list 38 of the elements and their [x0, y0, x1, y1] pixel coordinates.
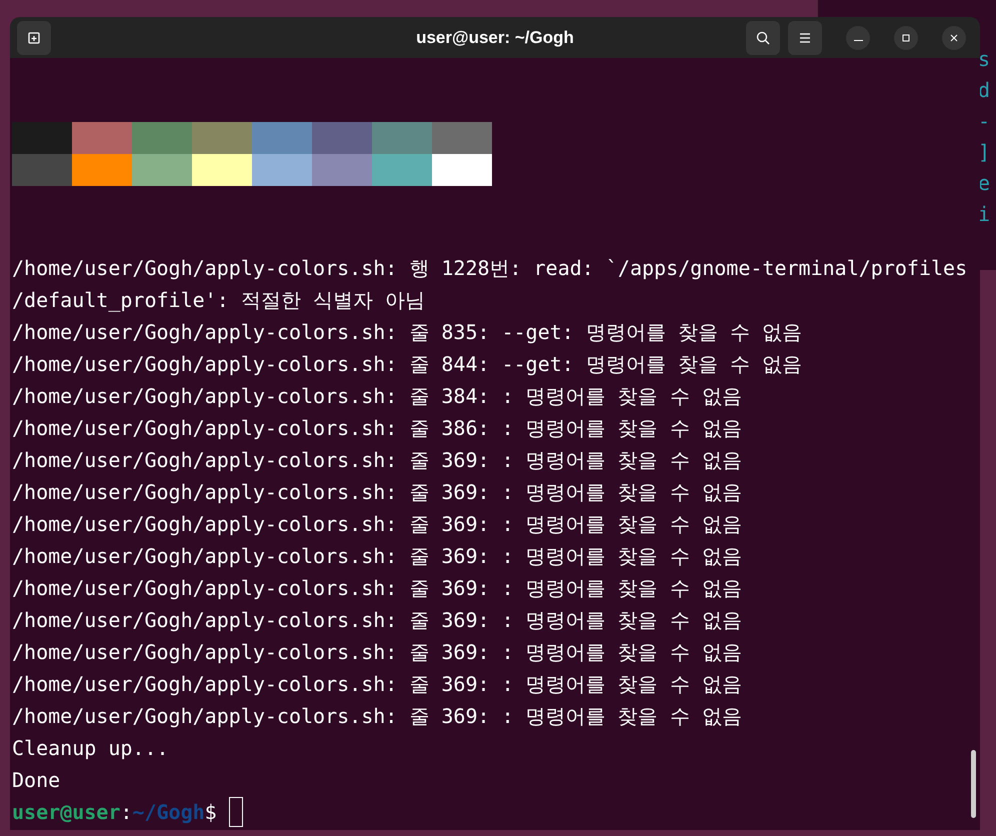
output-line: /home/user/Gogh/apply-colors.sh: 줄 369: : 명령어를 찾을 수 없음: [12, 575, 742, 602]
output-line: /home/user/Gogh/apply-colors.sh: 줄 369: : 명령어를 찾을 수 없음: [12, 639, 742, 666]
new-tab-icon: [26, 30, 42, 46]
prompt-separator: :: [120, 799, 132, 826]
window-title: user@user: ~/Gogh: [416, 26, 574, 49]
output-line: /home/user/Gogh/apply-colors.sh: 줄 369: : 명령어를 찾을 수 없음: [12, 511, 742, 538]
menu-button[interactable]: [788, 20, 822, 54]
code-fragment: -: [978, 108, 992, 135]
code-fragment: ]: [978, 139, 992, 166]
code-fragment: i: [978, 201, 992, 228]
output-line: /home/user/Gogh/apply-colors.sh: 줄 369: : 명령어를 찾을 수 없음: [12, 671, 742, 698]
close-icon: [948, 32, 960, 44]
output-line: /home/user/Gogh/apply-colors.sh: 행 1228번: read: `/apps/gnome-terminal/profiles: [12, 255, 968, 282]
cursor: [228, 797, 243, 827]
new-tab-button[interactable]: [17, 20, 51, 54]
minimize-icon: [854, 40, 862, 42]
output-line: /home/user/Gogh/apply-colors.sh: 줄 369: : 명령어를 찾을 수 없음: [12, 703, 742, 730]
output-line: Cleanup up...: [12, 735, 169, 762]
output-line: /home/user/Gogh/apply-colors.sh: 줄 386: : 명령어를 찾을 수 없음: [12, 415, 742, 442]
output-line: /home/user/Gogh/apply-colors.sh: 줄 369: : 명령어를 찾을 수 없음: [12, 447, 742, 474]
scrollbar: [971, 750, 976, 818]
close-button[interactable]: [942, 26, 966, 50]
search-button[interactable]: [746, 20, 780, 54]
output-line: /home/user/Gogh/apply-colors.sh: 줄 369: : 명령어를 찾을 수 없음: [12, 607, 742, 634]
output-line: /home/user/Gogh/apply-colors.sh: 줄 835: --get: 명령어를 찾을 수 없음: [12, 319, 802, 346]
prompt-symbol: $: [204, 799, 217, 826]
prompt-path: ~/Gogh: [132, 799, 205, 826]
maximize-button[interactable]: [894, 26, 918, 50]
maximize-icon: [900, 32, 912, 44]
output-line: /home/user/Gogh/apply-colors.sh: 줄 369: : 명령어를 찾을 수 없음: [12, 543, 742, 570]
output-line: /home/user/Gogh/apply-colors.sh: 줄 844: --get: 명령어를 찾을 수 없음: [12, 351, 802, 378]
output-line: /default_profile': 적절한 식별자 아님: [12, 287, 425, 314]
output-line: /home/user/Gogh/apply-colors.sh: 줄 384: : 명령어를 찾을 수 없음: [12, 383, 742, 410]
code-fragment: s: [978, 46, 992, 73]
prompt-user: user@user: [12, 799, 120, 826]
output-line: Done: [12, 767, 60, 794]
search-icon: [755, 30, 771, 46]
output-line: /home/user/Gogh/apply-colors.sh: 줄 369: : 명령어를 찾을 수 없음: [12, 479, 742, 506]
